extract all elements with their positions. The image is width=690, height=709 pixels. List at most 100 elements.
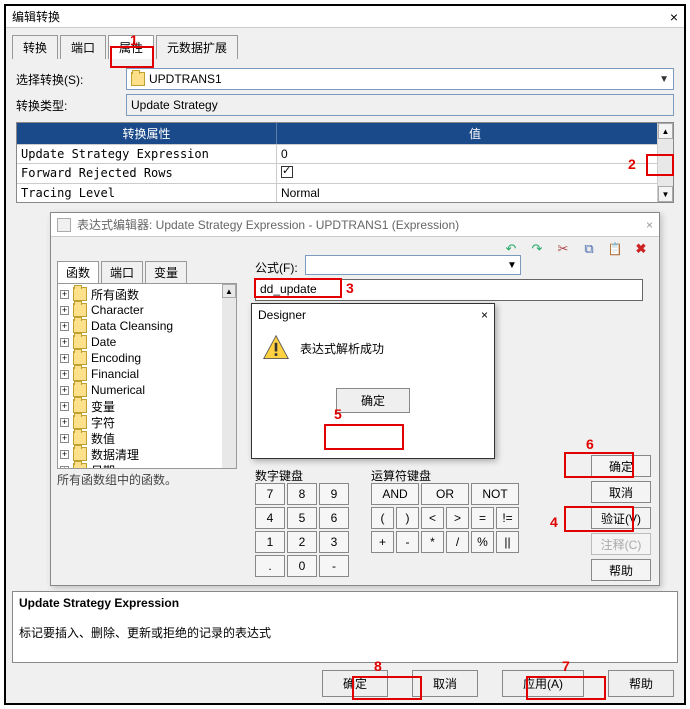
paste-icon[interactable]: [607, 241, 623, 257]
key-8[interactable]: 8: [287, 483, 317, 505]
scrollbar[interactable]: ▲ ▼: [657, 123, 673, 202]
checkbox-icon[interactable]: [281, 166, 293, 178]
tree-item: +日期: [60, 462, 234, 469]
expression-editor-dialog: 表达式编辑器: Update Strategy Expression - UPD…: [50, 212, 660, 586]
designer-titlebar: Designer ×: [252, 304, 494, 326]
key-mul[interactable]: *: [421, 531, 444, 553]
key-1[interactable]: 1: [255, 531, 285, 553]
expr-cancel-button[interactable]: 取消: [591, 481, 651, 503]
copy-icon[interactable]: [581, 241, 597, 257]
tree-item: +Data Cleansing: [60, 318, 234, 334]
key-gt[interactable]: >: [446, 507, 469, 529]
apply-button[interactable]: 应用(A): [502, 670, 584, 697]
cancel-button[interactable]: 取消: [412, 670, 478, 697]
expr-ok-button[interactable]: 确定: [591, 455, 651, 477]
key-neq[interactable]: !=: [496, 507, 519, 529]
scrollbar[interactable]: ▲: [222, 284, 236, 468]
key-0[interactable]: 0: [287, 555, 317, 577]
close-icon[interactable]: ×: [646, 218, 653, 232]
folder-icon: [131, 72, 145, 86]
key-minus[interactable]: -: [396, 531, 419, 553]
key-not[interactable]: NOT: [471, 483, 519, 505]
folder-icon: [73, 367, 87, 381]
transform-type-value: Update Strategy: [131, 98, 218, 112]
tab-functions[interactable]: 函数: [57, 261, 99, 283]
key-7[interactable]: 7: [255, 483, 285, 505]
row-value-text: 0: [281, 147, 288, 161]
help-button[interactable]: 帮助: [608, 670, 674, 697]
tree-description: 所有函数组中的函数。: [57, 471, 237, 488]
delete-icon[interactable]: [633, 241, 649, 257]
designer-ok-button[interactable]: 确定: [336, 388, 410, 413]
annotation-5: 5: [334, 406, 342, 422]
key-rparen[interactable]: ): [396, 507, 419, 529]
tree-item: +Financial: [60, 366, 234, 382]
key-neg[interactable]: -: [319, 555, 349, 577]
tree-item: +字符: [60, 414, 234, 430]
row-value[interactable]: 0 ↘: [277, 145, 673, 163]
row-value[interactable]: [277, 164, 673, 183]
operator-keypad: AND OR NOT ( ) < > = != + - * / % ||: [371, 483, 519, 553]
row-value[interactable]: Normal: [277, 184, 673, 202]
tab-port[interactable]: 端口: [60, 35, 106, 59]
formula-combo[interactable]: ▼: [305, 255, 521, 275]
key-plus[interactable]: +: [371, 531, 394, 553]
close-icon[interactable]: ×: [481, 308, 488, 322]
expr-help-button[interactable]: 帮助: [591, 559, 651, 581]
designer-title: Designer: [258, 308, 306, 322]
key-mod[interactable]: %: [471, 531, 494, 553]
key-2[interactable]: 2: [287, 531, 317, 553]
tree-item: +变量: [60, 398, 234, 414]
key-eq[interactable]: =: [471, 507, 494, 529]
table-row[interactable]: Forward Rejected Rows: [17, 163, 673, 183]
table-row[interactable]: Update Strategy Expression 0 ↘: [17, 144, 673, 163]
chevron-down-icon: ▼: [504, 260, 520, 271]
ok-button[interactable]: 确定: [322, 670, 388, 697]
tab-metadata[interactable]: 元数据扩展: [156, 35, 238, 59]
key-or[interactable]: OR: [421, 483, 469, 505]
key-and[interactable]: AND: [371, 483, 419, 505]
expr-comment-button[interactable]: 注释(C): [591, 533, 651, 555]
key-5[interactable]: 5: [287, 507, 317, 529]
close-icon[interactable]: ×: [670, 9, 678, 25]
transform-type-field: Update Strategy: [126, 94, 674, 116]
numpad-label: 数字键盘: [255, 467, 303, 484]
row-name: Tracing Level: [17, 184, 277, 202]
key-9[interactable]: 9: [319, 483, 349, 505]
select-transform-value: UPDTRANS1: [149, 72, 222, 86]
key-dot[interactable]: .: [255, 555, 285, 577]
expr-validate-button[interactable]: 验证(V): [591, 507, 651, 529]
numeric-keypad: 789 456 123 .0-: [255, 483, 349, 577]
folder-icon: [73, 383, 87, 397]
folder-icon: [73, 303, 87, 317]
tab-ports[interactable]: 端口: [101, 261, 143, 283]
folder-icon: [73, 447, 87, 461]
description-title: Update Strategy Expression: [19, 596, 671, 610]
tab-transform[interactable]: 转换: [12, 35, 58, 59]
col-attr: 转换属性: [17, 123, 277, 144]
description-text: 标记要插入、删除、更新或拒绝的记录的表达式: [19, 624, 671, 641]
titlebar: 编辑转换 ×: [6, 6, 684, 28]
key-6[interactable]: 6: [319, 507, 349, 529]
key-div[interactable]: /: [446, 531, 469, 553]
folder-icon: [73, 335, 87, 349]
table-row[interactable]: Tracing Level Normal: [17, 183, 673, 202]
select-transform-combo[interactable]: UPDTRANS1 ▼: [126, 68, 674, 90]
tab-variables[interactable]: 变量: [145, 261, 187, 283]
redo-icon[interactable]: [529, 241, 545, 257]
formula-input[interactable]: dd_update: [255, 279, 643, 301]
key-concat[interactable]: ||: [496, 531, 519, 553]
scroll-up-icon[interactable]: ▲: [222, 284, 236, 298]
key-lparen[interactable]: (: [371, 507, 394, 529]
folder-icon: [73, 463, 87, 469]
function-tree[interactable]: +所有函数 +Character +Data Cleansing +Date +…: [57, 283, 237, 469]
warning-icon: [262, 334, 290, 362]
scroll-down-icon[interactable]: ▼: [658, 186, 673, 202]
key-lt[interactable]: <: [421, 507, 444, 529]
cut-icon[interactable]: [555, 241, 571, 257]
key-3[interactable]: 3: [319, 531, 349, 553]
scroll-up-icon[interactable]: ▲: [658, 123, 673, 139]
key-4[interactable]: 4: [255, 507, 285, 529]
tree-item: +所有函数: [60, 286, 234, 302]
folder-icon: [73, 319, 87, 333]
